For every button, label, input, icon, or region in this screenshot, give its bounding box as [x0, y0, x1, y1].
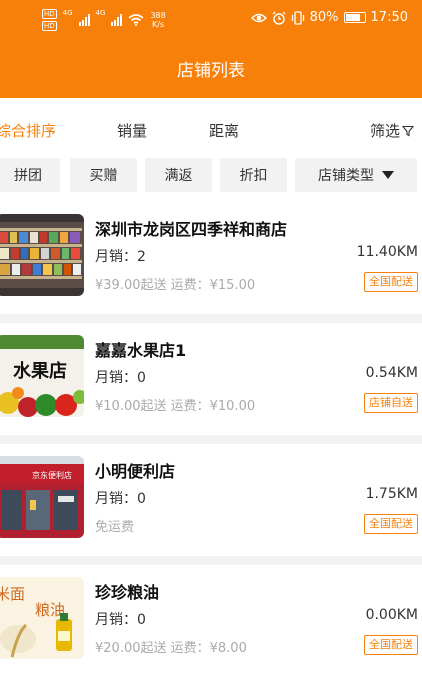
store-name: 深圳市龙岗区四季祥和商店: [95, 220, 288, 239]
chip-buy-gift[interactable]: 买赠: [70, 158, 137, 192]
select-label: 店铺类型: [318, 168, 374, 184]
sort-bar: 综合排序 销量 距离 筛选: [0, 98, 422, 158]
store-card[interactable]: 水果店 嘉嘉水果店1 月销：0 ¥10.00起送 运费：¥10.00 0.54K…: [0, 323, 422, 435]
filter-button[interactable]: 筛选: [370, 120, 415, 141]
store-distance: 11.40KM: [356, 244, 418, 260]
store-monthly-sales: 月销：2: [95, 249, 146, 265]
hd-badge: HD: [42, 21, 57, 31]
network-type-label: 4G: [62, 9, 73, 17]
page-title: 店铺列表: [177, 61, 245, 81]
store-card[interactable]: 京东便利店 小明便利店 月销：0 免运费 1.75KM 全国配送: [0, 444, 422, 556]
chip-label: 买赠: [89, 168, 118, 184]
store-name: 小明便利店: [95, 462, 176, 481]
chip-group-buy[interactable]: 拼团: [0, 158, 60, 192]
wifi-icon: [128, 14, 144, 26]
hd-badge: HD: [42, 9, 57, 19]
store-monthly-sales: 月销：0: [95, 491, 146, 507]
vibrate-icon: [291, 10, 304, 25]
convenience-store-photo: 京东便利店: [0, 456, 84, 538]
battery-percent: 80%: [309, 10, 339, 25]
store-shelves-photo: [0, 214, 84, 296]
eye-icon: [250, 13, 267, 22]
chip-label: 满返: [164, 168, 193, 184]
chip-discount[interactable]: 折扣: [220, 158, 287, 192]
app-header: HD HD 4G 4G 388 K/s 80% 17:50 店铺列表: [0, 0, 422, 98]
store-delivery-fee: ¥20.00起送 运费：¥8.00: [95, 641, 247, 656]
chip-full-return[interactable]: 满返: [145, 158, 212, 192]
signal-icon: [111, 14, 123, 26]
delivery-badge: 全国配送: [364, 635, 418, 655]
sort-distance[interactable]: 距离: [209, 120, 239, 141]
delivery-badge: 全国配送: [364, 272, 418, 292]
store-card[interactable]: 米面 粮油 珍珍粮油 月销：0 ¥20.00起送 运费：¥8.00 0.00KM…: [0, 565, 422, 684]
svg-text:米面: 米面: [0, 585, 25, 603]
grain-oil-photo: 米面 粮油: [0, 577, 84, 659]
delivery-badge: 店铺自送: [364, 393, 418, 413]
svg-text:水果店: 水果店: [13, 360, 67, 382]
store-type-select[interactable]: 店铺类型: [295, 158, 417, 192]
store-distance: 1.75KM: [365, 486, 418, 502]
alarm-icon: [272, 11, 286, 25]
store-name: 珍珍粮油: [95, 583, 160, 602]
store-card[interactable]: 深圳市龙岗区四季祥和商店 月销：2 ¥39.00起送 运费：¥15.00 11.…: [0, 202, 422, 314]
store-delivery-fee: 免运费: [95, 520, 135, 535]
svg-text:京东便利店: 京东便利店: [32, 470, 72, 480]
store-name: 嘉嘉水果店1: [95, 341, 187, 360]
filter-label: 筛选: [370, 122, 401, 140]
chip-label: 拼团: [14, 168, 42, 184]
store-delivery-fee: ¥10.00起送 运费：¥10.00: [95, 399, 256, 414]
funnel-icon: [402, 125, 415, 136]
status-bar: HD HD 4G 4G 388 K/s 80% 17:50: [0, 0, 422, 36]
store-distance: 0.54KM: [365, 365, 418, 381]
store-distance: 0.00KM: [365, 607, 418, 623]
store-monthly-sales: 月销：0: [95, 370, 146, 386]
sort-sales[interactable]: 销量: [117, 120, 147, 141]
sort-comprehensive[interactable]: 综合排序: [0, 120, 56, 141]
network-type-label: 4G: [95, 9, 106, 17]
store-delivery-fee: ¥39.00起送 运费：¥15.00: [95, 278, 256, 293]
triangle-down-icon: [382, 171, 394, 179]
network-speed: 388 K/s: [150, 11, 166, 29]
signal-icon: [78, 14, 90, 26]
fruit-store-photo: 水果店: [0, 335, 84, 417]
chip-label: 折扣: [239, 168, 268, 184]
battery-icon: [343, 12, 366, 23]
store-monthly-sales: 月销：0: [95, 612, 146, 628]
clock: 17:50: [370, 10, 408, 25]
delivery-badge: 全国配送: [364, 514, 418, 534]
filter-bar: 拼团 买赠 满返 折扣 店铺类型: [0, 150, 422, 202]
